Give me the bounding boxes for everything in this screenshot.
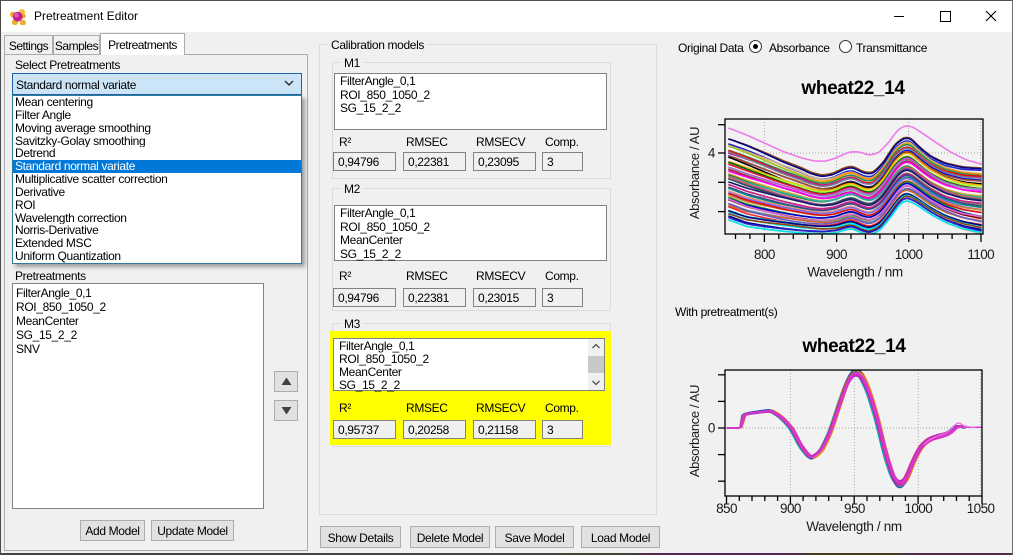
svg-text:850: 850 (716, 501, 737, 516)
svg-text:Wavelength / nm: Wavelength / nm (806, 519, 902, 534)
svg-text:Absorbance / AU: Absorbance / AU (687, 127, 702, 219)
svg-text:1050: 1050 (967, 501, 995, 516)
svg-text:wheat22_14: wheat22_14 (801, 336, 906, 357)
svg-text:Wavelength / nm: Wavelength / nm (807, 265, 903, 280)
svg-text:900: 900 (826, 247, 847, 262)
svg-text:800: 800 (754, 247, 775, 262)
svg-text:wheat22_14: wheat22_14 (800, 78, 905, 99)
svg-text:4: 4 (708, 146, 716, 161)
svg-text:0: 0 (708, 421, 715, 436)
svg-text:900: 900 (780, 501, 801, 516)
svg-text:Absorbance / AU: Absorbance / AU (687, 385, 702, 477)
svg-text:1100: 1100 (967, 247, 994, 262)
svg-text:1000: 1000 (895, 247, 923, 262)
svg-text:1000: 1000 (904, 501, 932, 516)
svg-text:950: 950 (844, 501, 865, 516)
